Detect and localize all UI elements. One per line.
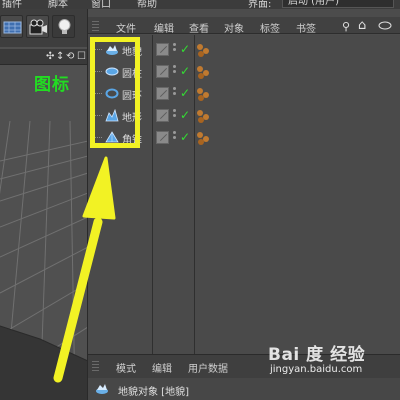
- enabled-check-icon[interactable]: ✓: [180, 130, 190, 144]
- menu-user-data[interactable]: 用户数据: [188, 360, 228, 375]
- visibility-dots[interactable]: [173, 131, 177, 145]
- visibility-dots[interactable]: [173, 43, 177, 57]
- layer-toggle[interactable]: [156, 109, 169, 122]
- menu-window[interactable]: 窗口: [91, 0, 111, 9]
- menu-file[interactable]: 文件: [116, 20, 136, 35]
- rotate-icon[interactable]: ⟲: [66, 51, 74, 62]
- watermark-url: jingyan.baidu.com: [270, 364, 363, 375]
- menu-tags[interactable]: 标签: [260, 20, 280, 35]
- viewport-panel: ✣ ↕ ⟲ ☐ 图标: [0, 9, 88, 400]
- enabled-check-icon[interactable]: ✓: [180, 108, 190, 122]
- layer-toggle[interactable]: [156, 43, 169, 56]
- panel-grip[interactable]: [92, 20, 99, 31]
- enabled-check-icon[interactable]: ✓: [180, 64, 190, 78]
- menu-object[interactable]: 对象: [224, 20, 244, 35]
- menu-view[interactable]: 查看: [189, 20, 209, 35]
- visibility-dots[interactable]: [173, 65, 177, 79]
- visibility-dots[interactable]: [173, 109, 177, 123]
- layout-label: 界面:: [248, 0, 272, 9]
- menu-plugins[interactable]: 插件: [2, 0, 22, 9]
- home-icon[interactable]: ⌂: [358, 18, 366, 33]
- landscape-icon: [95, 383, 109, 395]
- render-camera-button[interactable]: [26, 15, 49, 38]
- menu-attr-edit[interactable]: 编辑: [152, 360, 172, 375]
- material-tag-icon[interactable]: [196, 65, 212, 80]
- menu-bar: 插件 脚本 窗口 帮助 界面: 启动 (用户): [0, 0, 400, 9]
- layer-toggle[interactable]: [156, 65, 169, 78]
- watermark: Bai 度 经验 jingyan.baidu.com: [268, 340, 398, 384]
- visibility-dots[interactable]: [173, 87, 177, 101]
- enabled-check-icon[interactable]: ✓: [180, 42, 190, 56]
- layer-toggle[interactable]: [156, 131, 169, 144]
- material-tag-icon[interactable]: [196, 109, 212, 124]
- viewport-nav-strip: ✣ ↕ ⟲ ☐: [0, 49, 87, 65]
- move-icon[interactable]: ✣: [46, 51, 54, 62]
- vertical-move-icon[interactable]: ↕: [56, 51, 64, 62]
- search-icon[interactable]: ⚲: [342, 20, 350, 33]
- layout-select[interactable]: 启动 (用户): [282, 0, 394, 8]
- grid-view-button[interactable]: [0, 15, 23, 38]
- frame-icon[interactable]: ☐: [77, 51, 86, 62]
- attribute-title: 地貌对象 [地貌]: [118, 387, 189, 398]
- panel-grip[interactable]: [92, 360, 99, 371]
- material-tag-icon[interactable]: [196, 87, 212, 102]
- viewport-toolbar: [0, 9, 87, 47]
- menu-script[interactable]: 脚本: [48, 0, 68, 9]
- light-button[interactable]: [52, 15, 75, 38]
- material-tag-icon[interactable]: [196, 43, 212, 58]
- material-tag-icon[interactable]: [196, 131, 212, 146]
- perspective-grid[interactable]: [0, 121, 88, 400]
- enabled-check-icon[interactable]: ✓: [180, 86, 190, 100]
- menu-help[interactable]: 帮助: [137, 0, 157, 9]
- menu-mode[interactable]: 模式: [116, 360, 136, 375]
- menu-bookmarks[interactable]: 书签: [296, 20, 316, 35]
- menu-edit[interactable]: 编辑: [154, 20, 174, 35]
- annotation-label: 图标: [34, 75, 70, 95]
- watermark-logo: Bai 度 经验: [268, 345, 366, 365]
- object-manager-menu: 文件 编辑 查看 对象 标签 书签 ⚲ ⌂: [88, 17, 400, 35]
- eye-icon[interactable]: [378, 20, 392, 33]
- layer-toggle[interactable]: [156, 87, 169, 100]
- highlight-box: [90, 37, 140, 148]
